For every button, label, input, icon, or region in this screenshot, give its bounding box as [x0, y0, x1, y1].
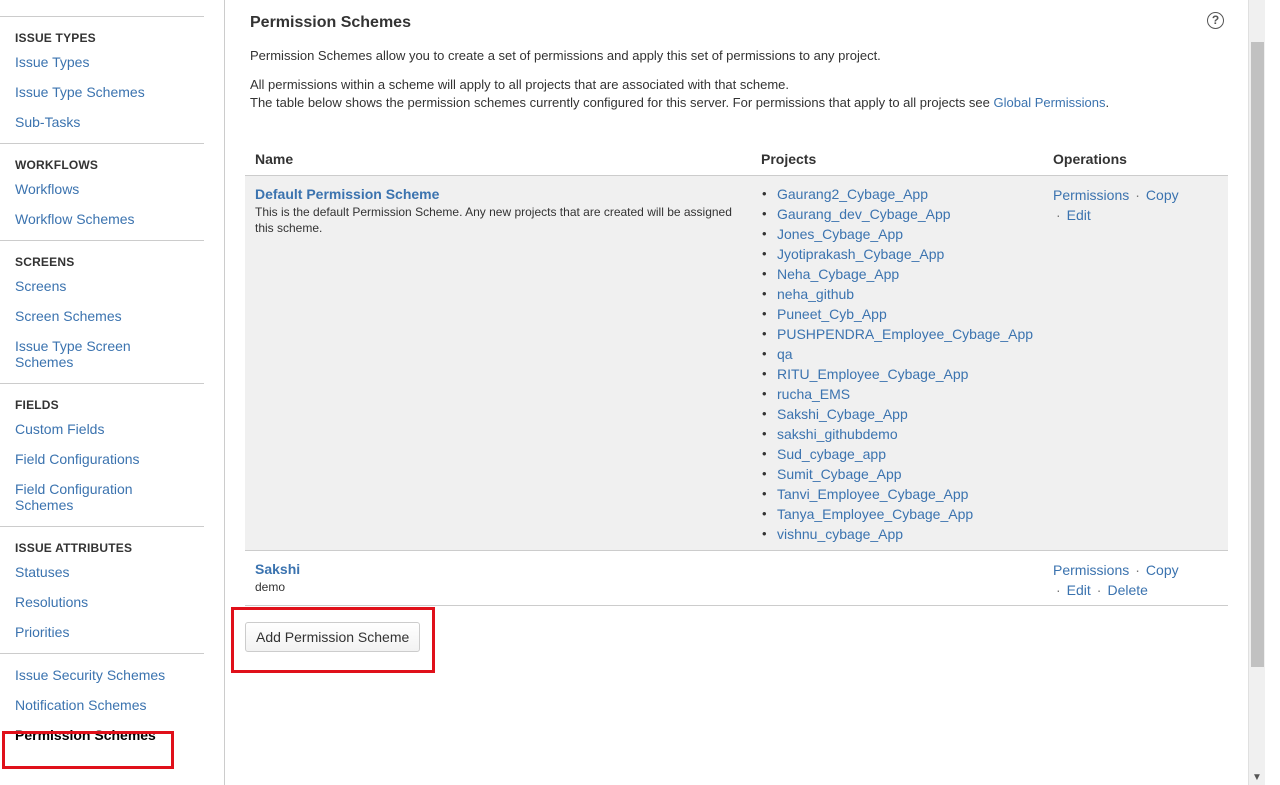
project-link[interactable]: Sud_cybage_app	[762, 444, 1033, 464]
sidebar-section-schemes: Issue Security Schemes Notification Sche…	[0, 654, 204, 756]
scheme-name-link[interactable]: Default Permission Scheme	[255, 186, 439, 202]
column-header-name: Name	[255, 151, 294, 167]
help-icon[interactable]: ?	[1207, 12, 1224, 29]
project-link[interactable]: vishnu_cybage_App	[762, 524, 1033, 544]
sidebar-item-screens[interactable]: Screens	[15, 271, 204, 301]
sidebar-item-issue-type-schemes[interactable]: Issue Type Schemes	[15, 77, 204, 107]
table-header-row: Name Projects Operations	[245, 145, 1228, 176]
project-link[interactable]: Tanvi_Employee_Cybage_App	[762, 484, 1033, 504]
edit-link[interactable]: Edit	[1067, 207, 1091, 223]
sidebar-item-priorities[interactable]: Priorities	[15, 617, 204, 647]
admin-sidebar: ISSUE TYPES Issue Types Issue Type Schem…	[0, 0, 225, 785]
project-link[interactable]: rucha_EMS	[762, 384, 1033, 404]
separator: ·	[1096, 582, 1102, 598]
sidebar-item-issue-type-screen-schemes[interactable]: Issue Type Screen Schemes	[15, 331, 150, 377]
project-link[interactable]: Neha_Cybage_App	[762, 264, 1033, 284]
column-header-operations: Operations	[1053, 151, 1127, 167]
page-title: Permission Schemes	[250, 14, 411, 31]
sidebar-item-permission-schemes[interactable]: Permission Schemes	[15, 720, 204, 750]
scheme-name-link[interactable]: Sakshi	[255, 561, 300, 577]
project-link[interactable]: neha_github	[762, 284, 1033, 304]
scheme-description: demo	[255, 580, 286, 594]
global-permissions-link[interactable]: Global Permissions	[994, 95, 1106, 110]
edit-link[interactable]: Edit	[1067, 582, 1091, 598]
description-period: .	[1105, 95, 1110, 110]
sidebar-item-custom-fields[interactable]: Custom Fields	[15, 414, 204, 444]
scrollbar-thumb[interactable]	[1251, 42, 1264, 667]
permissions-link[interactable]: Permissions	[1053, 562, 1129, 578]
project-link[interactable]: sakshi_githubdemo	[762, 424, 1033, 444]
column-header-projects: Projects	[761, 151, 817, 167]
sidebar-heading: WORKFLOWS	[15, 158, 99, 172]
description-line: All permissions within a scheme will app…	[250, 77, 790, 92]
sidebar-heading: SCREENS	[15, 255, 75, 269]
sidebar-item-issue-types[interactable]: Issue Types	[15, 47, 204, 77]
vertical-scrollbar[interactable]: ▼	[1248, 0, 1265, 785]
project-link[interactable]: PUSHPENDRA_Employee_Cybage_App	[762, 324, 1033, 344]
sidebar-item-statuses[interactable]: Statuses	[15, 557, 204, 587]
project-link[interactable]: Tanya_Employee_Cybage_App	[762, 504, 1033, 524]
scroll-down-arrow-icon[interactable]: ▼	[1252, 772, 1262, 783]
project-link[interactable]: Jones_Cybage_App	[762, 224, 1033, 244]
sidebar-item-screen-schemes[interactable]: Screen Schemes	[15, 301, 204, 331]
sidebar-item-field-configuration-schemes[interactable]: Field Configuration Schemes	[15, 474, 150, 520]
project-link[interactable]: Gaurang2_Cybage_App	[762, 184, 1033, 204]
permissions-link[interactable]: Permissions	[1053, 187, 1129, 203]
project-link[interactable]: Gaurang_dev_Cybage_App	[762, 204, 1033, 224]
page-description-detail: All permissions within a scheme will app…	[250, 76, 1109, 112]
add-permission-scheme-button[interactable]: Add Permission Scheme	[245, 622, 421, 652]
project-link[interactable]: Sumit_Cybage_App	[762, 464, 1033, 484]
sidebar-item-sub-tasks[interactable]: Sub-Tasks	[15, 107, 204, 137]
sidebar-item-resolutions[interactable]: Resolutions	[15, 587, 204, 617]
table-row: Sakshi demo Permissions · Copy · Edit · Delet…	[245, 551, 1228, 606]
separator: ·	[1135, 187, 1140, 203]
separator: ·	[1056, 582, 1061, 598]
sidebar-section-workflows: WORKFLOWS Workflows Workflow Schemes	[0, 144, 204, 241]
sidebar-item-workflow-schemes[interactable]: Workflow Schemes	[15, 204, 204, 234]
separator: ·	[1056, 207, 1061, 223]
table-row: Default Permission Scheme This is the de…	[245, 176, 1228, 551]
copy-link[interactable]: Copy	[1146, 562, 1179, 578]
sidebar-section-screens: SCREENS Screens Screen Schemes Issue Typ…	[0, 241, 204, 384]
sidebar-section-fields: FIELDS Custom Fields Field Configuration…	[0, 384, 204, 527]
project-link[interactable]: Jyotiprakash_Cybage_App	[762, 244, 1033, 264]
project-link[interactable]: qa	[762, 344, 1033, 364]
sidebar-heading: ISSUE TYPES	[15, 31, 96, 45]
description-line: The table below shows the permission sch…	[250, 94, 1109, 112]
scheme-description: This is the default Permission Scheme. A…	[255, 205, 732, 235]
sidebar-item-notification-schemes[interactable]: Notification Schemes	[15, 690, 204, 720]
sidebar-item-workflows[interactable]: Workflows	[15, 174, 204, 204]
page-description: Permission Schemes allow you to create a…	[250, 48, 881, 63]
operations-cell: Permissions · Copy · Edit	[1053, 185, 1223, 225]
sidebar-heading: ISSUE ATTRIBUTES	[15, 541, 133, 555]
project-link[interactable]: Sakshi_Cybage_App	[762, 404, 1033, 424]
project-link[interactable]: RITU_Employee_Cybage_App	[762, 364, 1033, 384]
copy-link[interactable]: Copy	[1146, 187, 1179, 203]
sidebar-section-issue-attributes: ISSUE ATTRIBUTES Statuses Resolutions Pr…	[0, 527, 204, 654]
sidebar-heading: FIELDS	[15, 398, 59, 412]
separator: ·	[1135, 562, 1140, 578]
sidebar-item-issue-security-schemes[interactable]: Issue Security Schemes	[15, 660, 204, 690]
delete-link[interactable]: Delete	[1107, 582, 1147, 598]
project-list: Gaurang2_Cybage_App Gaurang_dev_Cybage_A…	[762, 184, 1033, 544]
operations-cell: Permissions · Copy · Edit · Delete	[1053, 560, 1223, 600]
description-text: The table below shows the permission sch…	[250, 95, 994, 110]
sidebar-item-field-configurations[interactable]: Field Configurations	[15, 444, 204, 474]
project-link[interactable]: Puneet_Cyb_App	[762, 304, 1033, 324]
sidebar-section-issue-types: ISSUE TYPES Issue Types Issue Type Schem…	[0, 16, 204, 144]
permission-schemes-table: Name Projects Operations Default Permiss…	[245, 145, 1228, 606]
